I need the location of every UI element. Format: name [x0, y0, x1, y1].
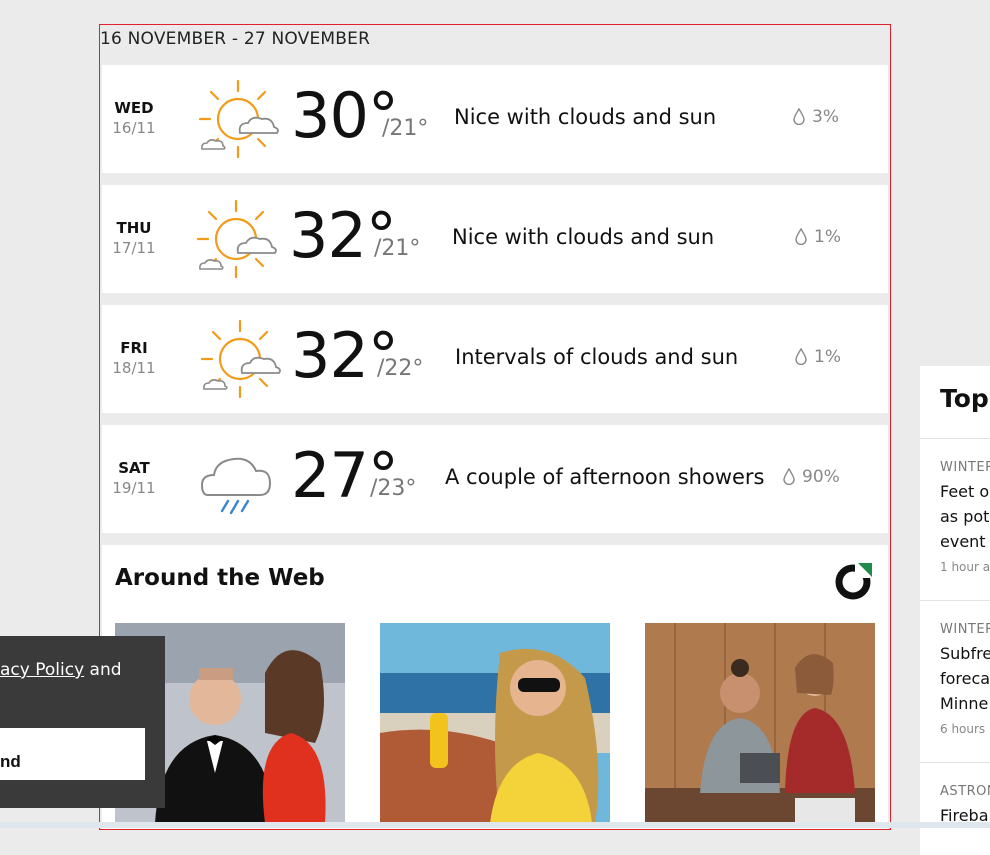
low-temp: /21°	[374, 236, 421, 261]
condition-text: A couple of afternoon showers	[445, 465, 765, 489]
day-name: WED	[114, 99, 154, 117]
precipitation: 1%	[794, 347, 841, 367]
sun-cloud-icon	[192, 197, 282, 281]
divider	[920, 762, 990, 763]
privacy-policy-link[interactable]: acy Policy	[0, 660, 84, 680]
divider	[920, 438, 990, 439]
forecast-row-sat[interactable]: SAT 19/11 27° /23° A couple of afternoon…	[102, 425, 888, 533]
story-headline[interactable]: Feet o as pot event	[940, 479, 990, 554]
precipitation: 90%	[782, 467, 840, 487]
day-date: 16/11	[112, 119, 156, 137]
day-date: 18/11	[112, 359, 156, 377]
around-the-web-title: Around the Web	[115, 565, 325, 591]
precip-value: 90%	[802, 467, 840, 487]
story-headline[interactable]: Subfre foreca Minne	[940, 641, 990, 716]
top-story-item[interactable]: WINTER Subfre foreca Minne 6 hours	[940, 622, 990, 736]
forecast-row-thu[interactable]: THU 17/11 32° /21° Nice with clouds and …	[102, 185, 888, 293]
story-category: ASTRON	[940, 784, 990, 799]
consent-text: acy Policy and	[0, 660, 122, 680]
day-date: 17/11	[112, 239, 156, 257]
rain-cloud-icon	[198, 437, 288, 521]
outbrain-logo-icon[interactable]	[834, 561, 874, 601]
sponsored-card-image-3[interactable]	[645, 623, 875, 823]
forecast-row-fri[interactable]: FRI 18/11 32° /22° Intervals of clouds a…	[102, 305, 888, 413]
low-temp: /21°	[382, 116, 429, 141]
day-name: THU	[116, 219, 152, 237]
sun-cloud-icon	[194, 77, 284, 161]
forecast-panel: 16 NOVEMBER - 27 NOVEMBER WED 16/11 30° …	[99, 24, 891, 830]
condition-text: Nice with clouds and sun	[452, 225, 715, 249]
precip-value: 1%	[814, 347, 841, 367]
low-temp: /23°	[370, 476, 417, 501]
low-temp: /22°	[377, 356, 424, 381]
condition-text: Nice with clouds and sun	[454, 105, 717, 129]
consent-text-tail: and	[84, 660, 122, 680]
story-time: 6 hours	[940, 722, 986, 736]
story-time: 1 hour ag	[940, 560, 990, 574]
divider	[920, 600, 990, 601]
day-name: FRI	[120, 339, 148, 357]
sponsored-card-image-2[interactable]	[380, 623, 610, 823]
raindrop-icon	[793, 107, 805, 126]
forecast-date-range: 16 NOVEMBER - 27 NOVEMBER	[100, 29, 371, 49]
day-name: SAT	[118, 459, 150, 477]
top-stories-panel: Top S WINTER Feet o as pot event 1 hour …	[920, 366, 990, 855]
around-the-web-section: Around the Web	[102, 545, 888, 829]
raindrop-icon	[783, 467, 795, 486]
story-category: WINTER	[940, 460, 990, 475]
top-story-item[interactable]: WINTER Feet o as pot event 1 hour ag	[940, 460, 990, 574]
horizontal-scrollbar[interactable]	[0, 822, 990, 828]
top-stories-title: Top S	[940, 384, 990, 413]
story-category: WINTER	[940, 622, 990, 637]
day-date: 19/11	[112, 479, 156, 497]
raindrop-icon	[795, 227, 807, 246]
precipitation: 3%	[792, 107, 839, 127]
consent-accept-button[interactable]: nd	[0, 728, 145, 780]
precipitation: 1%	[794, 227, 841, 247]
raindrop-icon	[795, 347, 807, 366]
precip-value: 3%	[812, 107, 839, 127]
cookie-consent-banner: acy Policy and nd	[0, 636, 165, 808]
forecast-row-wed[interactable]: WED 16/11 30° /21° Nice with clouds and …	[102, 65, 888, 173]
sun-cloud-icon	[196, 317, 286, 401]
precip-value: 1%	[814, 227, 841, 247]
condition-text: Intervals of clouds and sun	[455, 345, 739, 369]
